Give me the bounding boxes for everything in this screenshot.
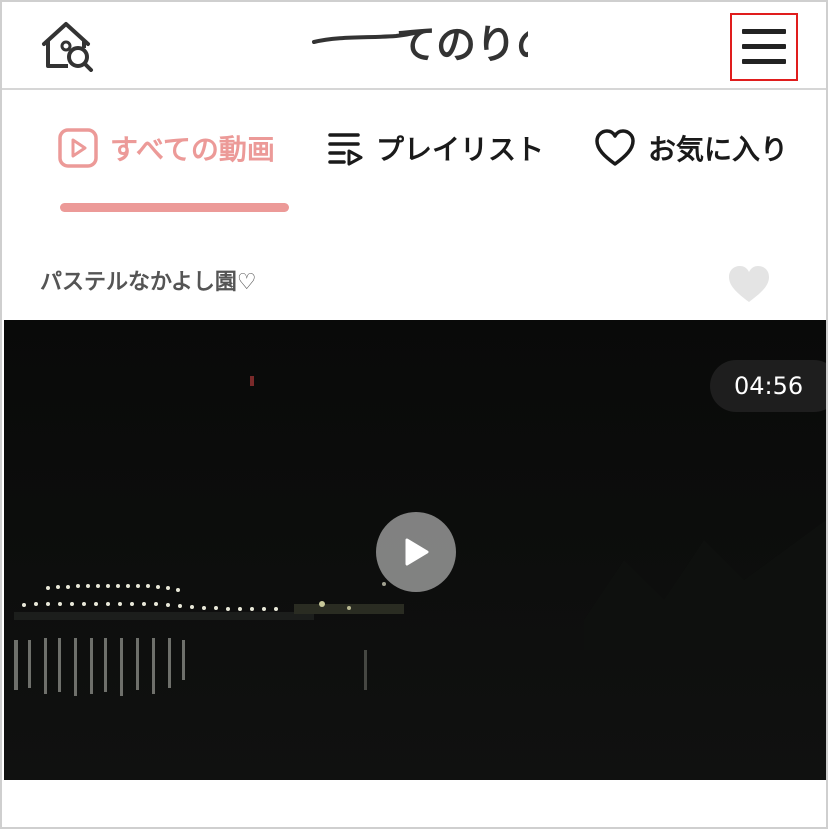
tab-playlist-label: プレイリスト — [376, 133, 545, 166]
tab-all-videos-label: すべての動画 — [110, 133, 275, 166]
video-player[interactable]: 04:56 — [4, 320, 826, 780]
tab-all-videos[interactable]: すべての動画 — [58, 126, 275, 170]
play-icon — [405, 538, 429, 566]
menu-button[interactable] — [730, 13, 798, 81]
tab-bar: すべての動画 プレイリスト お気に入り — [2, 90, 826, 222]
active-tab-indicator — [60, 203, 289, 212]
tab-playlist[interactable]: プレイリスト — [328, 126, 544, 170]
app-frame: てのりの すべての動画 — [0, 0, 828, 829]
play-square-icon — [58, 128, 98, 168]
logo-wordmark: てのりの — [312, 22, 556, 68]
logo-text: てのりの — [396, 22, 528, 68]
play-button[interactable] — [376, 512, 456, 592]
playlist-icon — [328, 130, 364, 166]
favorite-heart-icon[interactable] — [726, 264, 772, 304]
heart-outline-icon — [594, 129, 636, 167]
logo[interactable]: てのりの — [308, 12, 556, 74]
section-title: パステルなかよし園♡ — [40, 270, 257, 295]
home-search-icon[interactable] — [36, 18, 96, 72]
header: てのりの — [2, 2, 826, 90]
tab-favorites[interactable]: お気に入り — [594, 126, 788, 170]
hamburger-menu-icon — [742, 29, 786, 64]
video-duration: 04:56 — [710, 360, 826, 412]
tab-favorites-label: お気に入り — [648, 133, 789, 166]
